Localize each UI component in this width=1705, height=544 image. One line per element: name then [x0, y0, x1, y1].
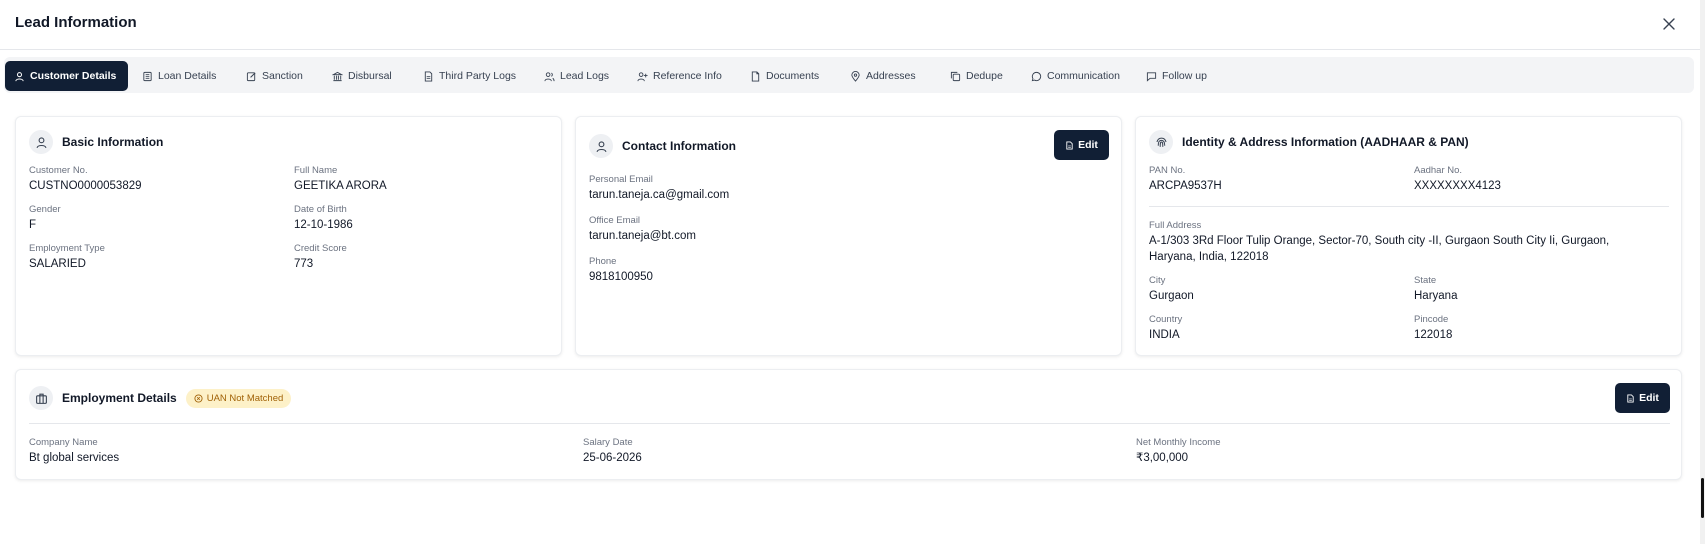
employment-type-field: Employment Type SALARIED: [29, 243, 105, 270]
gender-field: Gender F: [29, 204, 61, 231]
pincode-field: Pincode 122018: [1414, 314, 1453, 341]
basic-information-header: Basic Information: [29, 130, 163, 154]
office-email-field: Office Email tarun.taneja@bt.com: [589, 215, 696, 242]
net-monthly-income-field: Net Monthly Income ₹3,00,000: [1136, 437, 1221, 464]
tab-loan-details[interactable]: Loan Details: [133, 61, 225, 91]
country-value: INDIA: [1149, 329, 1180, 341]
personal-email-value: tarun.taneja.ca@gmail.com: [589, 189, 730, 201]
edit-icon: [1066, 140, 1073, 150]
bank-icon: [143, 71, 152, 81]
message-square-icon: [1146, 71, 1157, 82]
identity-address-card: Identity & Address Information (AADHAAR …: [1135, 116, 1682, 356]
employment-details-card: Employment Details UAN Not Matched Edit …: [15, 369, 1682, 480]
personal-email-field: Personal Email tarun.taneja.ca@gmail.com: [589, 174, 730, 201]
identity-address-title: Identity & Address Information (AADHAAR …: [1182, 135, 1469, 149]
tab-customer-details[interactable]: Customer Details: [5, 61, 128, 91]
user-icon: [15, 71, 24, 81]
file-icon: [751, 70, 760, 82]
aadhar-value: XXXXXXXX4123: [1414, 180, 1501, 192]
state-value: Haryana: [1414, 290, 1458, 302]
net-monthly-income-value: ₹3,00,000: [1136, 452, 1189, 464]
employment-details-header: Employment Details UAN Not Matched: [29, 386, 292, 410]
tab-communication[interactable]: Communication: [1022, 61, 1129, 91]
contact-information-header: Contact Information: [589, 134, 736, 158]
phone-value: 9818100950: [589, 271, 653, 283]
close-button[interactable]: [1659, 14, 1679, 34]
tab-reference-info[interactable]: Reference Info: [628, 61, 731, 91]
full-name-value: GEETIKA ARORA: [294, 180, 387, 192]
credit-score-field: Credit Score 773: [294, 243, 347, 270]
company-name-field: Company Name Bt global services: [29, 437, 120, 464]
map-pin-icon: [851, 70, 860, 82]
tab-bar: Customer Details Loan Details Sanction D…: [4, 57, 1694, 93]
country-field: Country INDIA: [1149, 314, 1183, 341]
user-icon: [29, 130, 53, 154]
uan-status-badge: UAN Not Matched: [185, 388, 292, 408]
salary-date-value: 25-06-2026: [583, 452, 642, 464]
file-text-icon: [424, 70, 433, 82]
copy-icon: [950, 71, 961, 81]
company-name-value: Bt global services: [29, 452, 120, 464]
employment-details-title: Employment Details: [62, 391, 177, 405]
customer-no-value: CUSTNO0000053829: [29, 180, 142, 192]
tab-lead-logs[interactable]: Lead Logs: [535, 61, 618, 91]
tab-disbursal[interactable]: Disbursal: [323, 61, 401, 91]
user-plus-icon: [637, 71, 648, 81]
contact-edit-button[interactable]: Edit: [1054, 130, 1109, 160]
identity-address-header: Identity & Address Information (AADHAAR …: [1149, 130, 1469, 154]
briefcase-icon: [29, 386, 53, 410]
gender-value: F: [29, 219, 37, 231]
city-value: Gurgaon: [1149, 290, 1194, 302]
employment-divider: [29, 423, 1670, 424]
basic-information-title: Basic Information: [62, 135, 164, 149]
office-email-value: tarun.taneja@bt.com: [589, 230, 696, 242]
close-icon: [1663, 18, 1675, 30]
pan-value: ARCPA9537H: [1149, 180, 1222, 192]
pincode-value: 122018: [1414, 329, 1453, 341]
chat-icon: [1031, 71, 1042, 81]
identity-divider: [1149, 206, 1669, 207]
tab-third-party-logs[interactable]: Third Party Logs: [414, 61, 525, 91]
state-field: State Haryana: [1414, 275, 1458, 302]
city-field: City Gurgaon: [1149, 275, 1194, 302]
building-icon: [332, 71, 343, 81]
employment-type-value: SALARIED: [29, 258, 86, 270]
dob-field: Date of Birth 12-10-1986: [294, 204, 353, 231]
aadhar-field: Aadhar No. XXXXXXXX4123: [1414, 165, 1501, 192]
full-address-field: Full Address A-1/303 3Rd Floor Tulip Ora…: [1149, 219, 1659, 265]
pan-field: PAN No. ARCPA9537H: [1149, 165, 1222, 192]
scrollbar[interactable]: [1700, 0, 1705, 544]
dob-value: 12-10-1986: [294, 219, 353, 231]
full-address-value: A-1/303 3Rd Floor Tulip Orange, Sector-7…: [1149, 235, 1610, 263]
edit-icon: [1627, 393, 1634, 403]
customer-no-field: Customer No. CUSTNO0000053829: [29, 165, 142, 192]
tab-addresses[interactable]: Addresses: [841, 61, 925, 91]
salary-date-field: Salary Date 25-06-2026: [583, 437, 642, 464]
users-icon: [544, 71, 555, 81]
fingerprint-icon: [1149, 130, 1173, 154]
scrollbar-thumb[interactable]: [1701, 478, 1704, 518]
full-name-field: Full Name GEETIKA ARORA: [294, 165, 387, 192]
basic-information-card: Basic Information Customer No. CUSTNO000…: [15, 116, 562, 356]
pen-icon: [246, 71, 256, 81]
modal-header: Lead Information: [0, 0, 1700, 50]
employment-edit-button[interactable]: Edit: [1615, 383, 1670, 413]
x-circle-icon: [194, 393, 203, 403]
credit-score-value: 773: [294, 258, 314, 270]
phone-field: Phone 9818100950: [589, 256, 653, 283]
tab-sanction[interactable]: Sanction: [237, 61, 312, 91]
user-icon: [589, 134, 613, 158]
contact-information-title: Contact Information: [622, 139, 736, 153]
tab-follow-up[interactable]: Follow up: [1137, 61, 1216, 91]
tab-documents[interactable]: Documents: [741, 61, 828, 91]
contact-information-card: Contact Information Edit Personal Email …: [575, 116, 1122, 356]
tab-dedupe[interactable]: Dedupe: [941, 61, 1012, 91]
modal-title: Lead Information: [15, 14, 137, 31]
